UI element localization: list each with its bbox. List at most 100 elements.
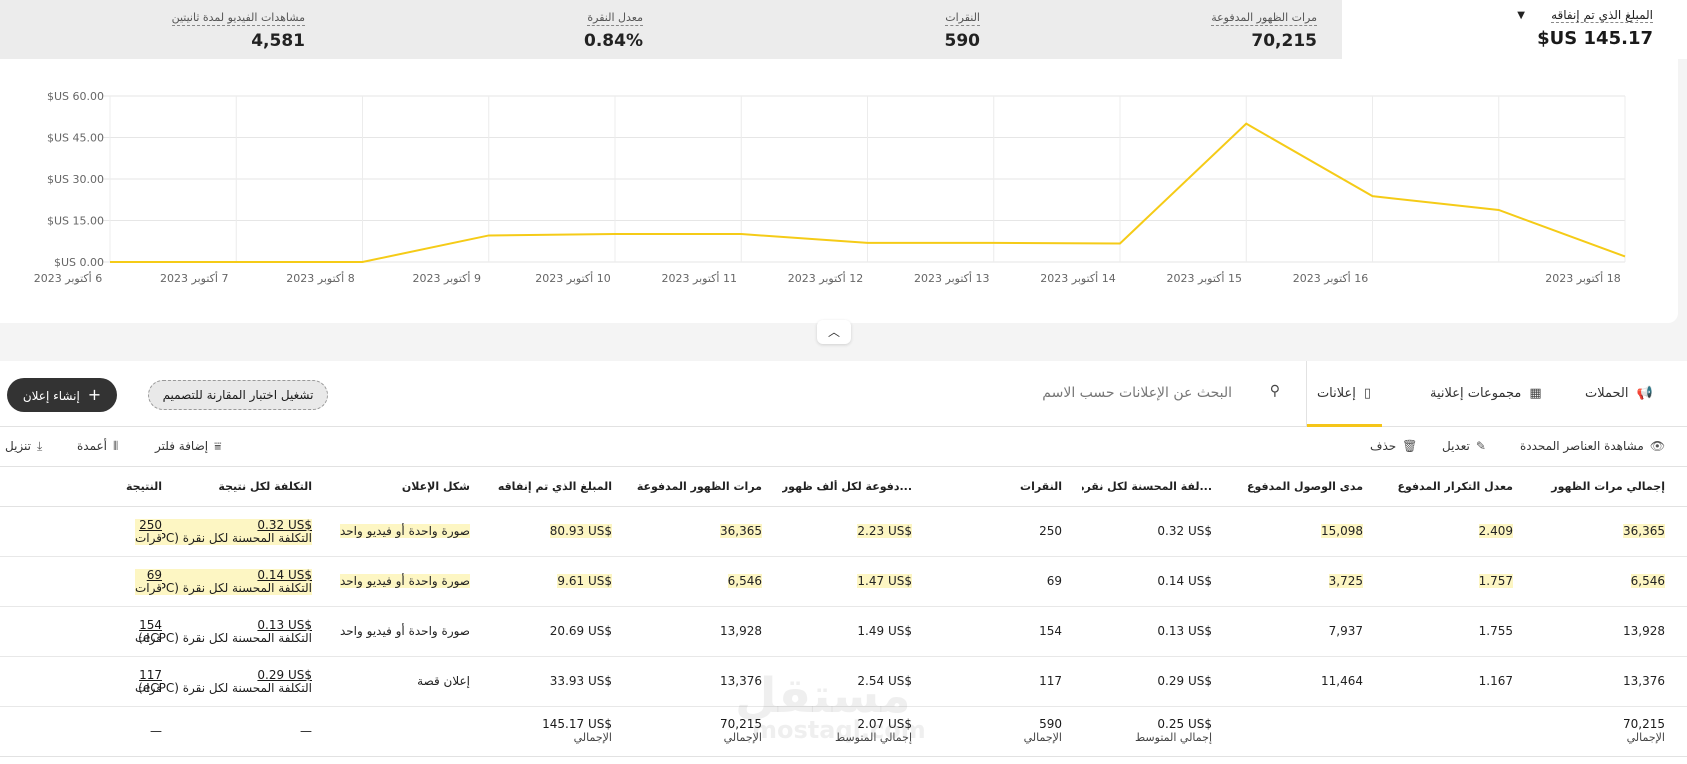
- cell-cpc: 0.29 US$: [1157, 674, 1212, 688]
- summary-strip: مرات الظهور المدفوعة 70,215 النقرات 590 …: [0, 0, 1342, 59]
- cell-cost-per-result[interactable]: 0.14 US$(eCPC) التكلفة المحسنة لكل نقرة: [138, 569, 312, 595]
- tab-ad-groups[interactable]: ▦ مجموعات إعلانية: [1430, 361, 1542, 427]
- edit-button[interactable]: ✎ تعديل: [1442, 439, 1486, 453]
- watermark-url: mostaql.com: [752, 716, 926, 744]
- view-selected-button[interactable]: 👁 مشاهدة العناصر المحددة: [1520, 439, 1665, 453]
- cell-total-impr: 6,546: [1630, 574, 1665, 588]
- spend-line-chart: $US 60.00 $US 45.00 $US 30.00 $US 15.00 $US …: [34, 90, 1626, 285]
- total-clicks: 590 الإجمالي: [1024, 717, 1062, 745]
- caret-down-icon[interactable]: ▼: [1517, 10, 1525, 21]
- metric-value: 0.84%: [584, 31, 643, 51]
- total-label: الإجمالي: [1023, 731, 1062, 744]
- y-tick-label: $US 0.00: [54, 256, 104, 269]
- cpr-label: (eCPC) التكلفة المحسنة لكل نقرة: [138, 532, 312, 545]
- cell-cpc: 0.13 US$: [1157, 624, 1212, 638]
- metric-spent-selector[interactable]: ▼ المبلغ الذي تم إنفاقه $US 145.17: [1342, 0, 1687, 59]
- delete-button[interactable]: 🗑 حذف: [1370, 439, 1417, 453]
- cell-freq: 1.167: [1478, 674, 1513, 688]
- column-header[interactable]: المبلغ الذي تم إنفاقه: [482, 480, 612, 493]
- column-header[interactable]: شكل الإعلان: [320, 480, 470, 493]
- metric-label: معدل النقرة: [587, 11, 643, 26]
- cell-paid-impr: 36,365: [720, 524, 762, 538]
- cell-cpm: 1.47 US$: [857, 574, 912, 588]
- search-field[interactable]: ⚲ البحث عن الإعلانات حسب الاسم: [1000, 361, 1300, 427]
- pencil-icon: ✎: [1475, 439, 1486, 453]
- result-label: قرات: [135, 681, 162, 695]
- metric-clicks[interactable]: النقرات 590: [680, 6, 980, 51]
- cell-total-impr: 36,365: [1623, 524, 1665, 538]
- download-label: تنزيل: [5, 439, 32, 453]
- metric-paid-impressions[interactable]: مرات الظهور المدفوعة 70,215: [1017, 6, 1317, 51]
- total-result: —: [150, 724, 162, 738]
- cell-cost-per-result[interactable]: 0.13 US$ (eCPC) التكلفة المحسنة لكل نقرة: [138, 619, 312, 645]
- cell-clicks: 250: [1039, 524, 1062, 538]
- cell-result[interactable]: 154 قرات: [135, 619, 162, 645]
- cell-cost-per-result[interactable]: 0.29 US$ (eCPC) التكلفة المحسنة لكل نقرة: [138, 669, 312, 695]
- cell-format: صورة واحدة أو فيديو واحد: [339, 574, 470, 588]
- column-header[interactable]: مرات الظهور المدفوعة: [632, 480, 762, 493]
- columns-icon: ⦀: [113, 439, 119, 453]
- columns-button[interactable]: ⦀ أعمدة: [77, 439, 118, 454]
- total-label: الإجمالي: [1626, 731, 1665, 744]
- tab-divider: [1306, 361, 1307, 427]
- total-spent: 145.17 US$ الإجمالي: [542, 717, 612, 745]
- table-row[interactable]: 36,365 2.409 15,098 0.32 US$ 250 2.23 US$ 36,3…: [0, 507, 1687, 557]
- cell-cpc: 0.14 US$: [1157, 574, 1212, 588]
- cell-freq: 1.757: [1478, 574, 1513, 588]
- x-tick-label: 9 أكتوبر 2023: [413, 271, 481, 285]
- download-button[interactable]: ⤓ تنزيل: [5, 439, 42, 454]
- metric-label: النقرات: [945, 11, 980, 26]
- cell-result[interactable]: 250 قرات: [135, 519, 162, 545]
- column-header[interactable]: ...دفوعة لكل ألف ظهور: [782, 480, 912, 493]
- create-ad-button[interactable]: + إنشاء إعلان: [7, 378, 117, 412]
- x-tick-label: 11 أكتوبر 2023: [662, 271, 737, 285]
- total-cpc: 0.25 US$ إجمالي المتوسط: [1135, 717, 1212, 745]
- spend-chart-card: $US 60.00 $US 45.00 $US 30.00 $US 15.00 $US …: [0, 59, 1678, 323]
- column-header[interactable]: معدل التكرار المدفوع: [1383, 480, 1513, 493]
- tab-campaigns[interactable]: 📢 الحملات: [1585, 361, 1653, 427]
- collapse-chart-button[interactable]: ︿: [817, 320, 851, 344]
- chevron-up-icon: ︿: [827, 325, 840, 339]
- eye-icon: 👁: [1649, 439, 1666, 453]
- cell-paid-impr: 6,546: [727, 574, 762, 588]
- download-icon: ⤓: [37, 439, 43, 453]
- y-tick-label: $US 30.00: [47, 173, 104, 186]
- tab-label: إعلانات: [1316, 386, 1356, 401]
- trash-icon: 🗑: [1402, 439, 1418, 453]
- column-header[interactable]: النتيجة: [72, 480, 162, 493]
- x-tick-label: 13 أكتوبر 2023: [914, 271, 989, 285]
- x-tick-label: 16 أكتوبر 2023: [1293, 271, 1368, 285]
- column-header[interactable]: التكلفة لكل نتيجة: [142, 480, 312, 493]
- result-label: قرات: [135, 581, 162, 595]
- x-tick-label: 10 أكتوبر 2023: [535, 271, 610, 285]
- table-row[interactable]: 13,928 1.755 7,937 0.13 US$ 154 1.49 US$ 13,92…: [0, 607, 1687, 657]
- column-header[interactable]: مدى الوصول المدفوع: [1233, 480, 1363, 493]
- column-header[interactable]: إجمالي مرات الظهور: [1535, 480, 1665, 493]
- cell-freq: 1.755: [1478, 624, 1513, 638]
- search-input[interactable]: البحث عن الإعلانات حسب الاسم: [1042, 385, 1232, 401]
- cell-result[interactable]: 117 قرات: [135, 669, 162, 695]
- metric-video-views[interactable]: مشاهدات الفيديو لمدة ثانيتين 4,581: [5, 6, 305, 51]
- cpr-label: (eCPC) التكلفة المحسنة لكل نقرة: [138, 631, 312, 645]
- search-icon: ⚲: [1269, 383, 1280, 399]
- y-tick-label: $US 15.00: [47, 215, 104, 228]
- y-tick-label: $US 45.00: [47, 132, 104, 145]
- tab-ads[interactable]: ▯ إعلانات: [1306, 361, 1382, 427]
- column-header[interactable]: ...لفة المحسنة لكل نقرة: [1082, 480, 1212, 493]
- columns-label: أعمدة: [77, 439, 108, 453]
- cell-total-impr: 13,376: [1623, 674, 1665, 688]
- cell-result[interactable]: 69 قرات: [135, 569, 162, 595]
- megaphone-icon: 📢: [1636, 386, 1653, 401]
- table-row[interactable]: 6,546 1.757 3,725 0.14 US$ 69 1.47 US$ 6,546 9.…: [0, 557, 1687, 607]
- metric-ctr[interactable]: معدل النقرة 0.84%: [343, 6, 643, 51]
- total-value: 145.17 US$: [542, 717, 612, 731]
- create-ad-label: إنشاء إعلان: [22, 389, 80, 403]
- cell-paid-impr: 13,928: [720, 624, 762, 638]
- cell-cost-per-result[interactable]: 0.32 US$(eCPC) التكلفة المحسنة لكل نقرة: [138, 519, 312, 545]
- add-filter-button[interactable]: ⩸ إضافة فلتر: [155, 439, 221, 454]
- column-header[interactable]: النقرات: [982, 480, 1062, 493]
- cpr-label: (eCPC) التكلفة المحسنة لكل نقرة: [138, 681, 312, 695]
- grid-icon: ▦: [1529, 386, 1542, 401]
- run-creative-test-button[interactable]: تشغيل اختبار المقارنة للتصميم: [148, 380, 328, 410]
- table-header-row: إجمالي مرات الظهور معدل التكرار المدفوع مد…: [0, 467, 1687, 507]
